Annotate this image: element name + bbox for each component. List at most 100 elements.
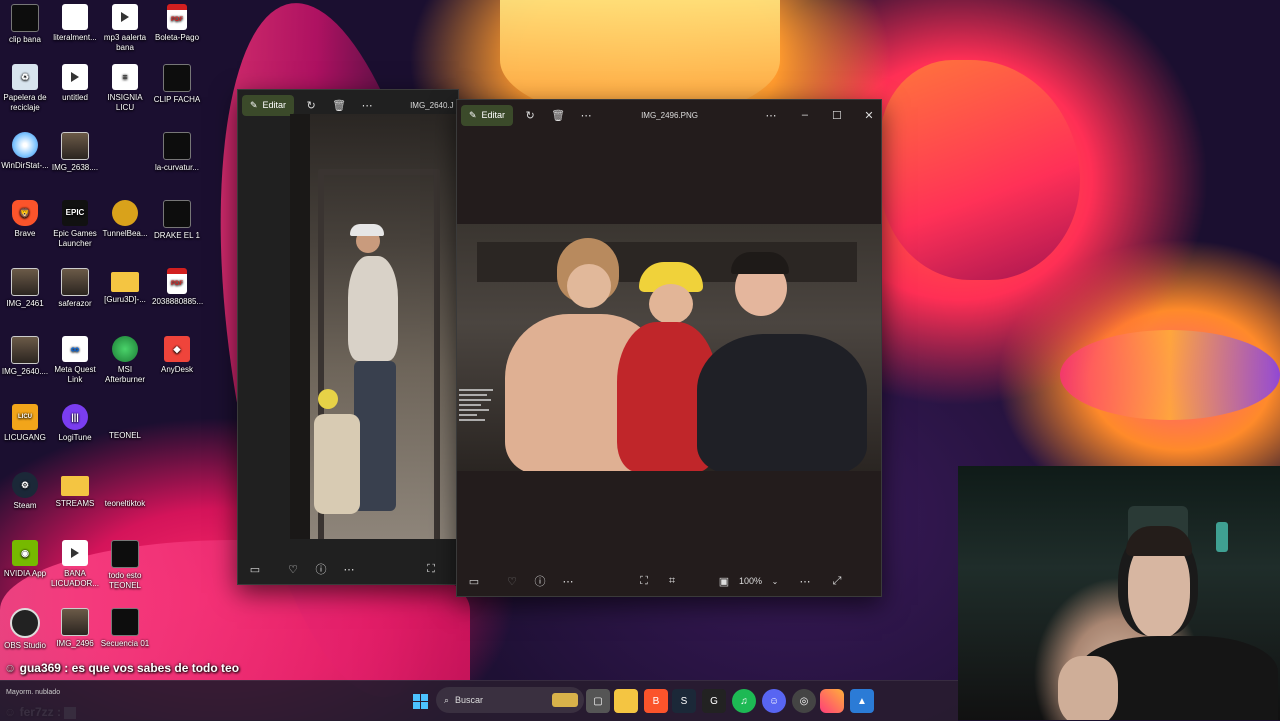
edit-button[interactable]: ✎ Editar (242, 94, 295, 116)
chat-user-icon: ☺ (4, 661, 17, 675)
fit-icon[interactable]: ⛶ (637, 574, 651, 588)
photo-icon (11, 336, 39, 364)
desktop-icon[interactable]: LICU LICUGANG (0, 404, 50, 443)
desktop-icon[interactable]: ∞ Meta Quest Link (50, 336, 100, 385)
meta-icon: ∞ (62, 336, 88, 362)
desktop-icon[interactable]: clip bana (0, 4, 50, 45)
media-file-icon (112, 4, 138, 30)
rotate-icon[interactable]: ↻ (523, 108, 537, 122)
desktop-icon[interactable]: IMG_2496 (50, 608, 100, 649)
chevron-down-icon[interactable]: ⌄ (768, 574, 782, 588)
desktop-icon[interactable]: mp3 aalerta bana (100, 4, 150, 53)
heart-icon[interactable]: ♡ (505, 574, 519, 588)
streamer-hair (1126, 526, 1192, 556)
desktop-icon[interactable]: la-curvatur... (152, 132, 202, 173)
actual-size-icon[interactable]: ▣ (717, 574, 731, 588)
person-face (649, 284, 693, 324)
photos-viewer-icon[interactable]: ▲ (850, 689, 874, 713)
zoom-level[interactable]: 100% (739, 576, 762, 586)
text-overlay (459, 386, 499, 466)
steam-icon[interactable]: S (672, 689, 696, 713)
minimize-icon[interactable]: – (798, 108, 812, 122)
g-hub-icon[interactable]: G (702, 689, 726, 713)
desktop-icon[interactable]: ◆ AnyDesk (152, 336, 202, 375)
desktop-icon[interactable]: ||| LogiTune (50, 404, 100, 443)
brave-icon[interactable]: B (644, 689, 668, 713)
desktop-icon[interactable]: 🦁 Brave (0, 200, 50, 239)
video-thumb-icon (163, 64, 191, 92)
desktop-icon[interactable]: PDF Boleta-Pago (152, 4, 202, 43)
file-explorer-icon[interactable] (614, 689, 638, 713)
desktop-icon[interactable]: DRAKE EL 1 (152, 200, 202, 241)
more-icon[interactable]: ⋯ (342, 562, 356, 576)
more-icon[interactable]: ⋯ (360, 98, 374, 112)
video-thumb-icon (11, 4, 39, 32)
photo-window-back[interactable]: ✎ Editar ↻ 🗑 ⋯ IMG_2640.J ▭ ♡ ⓘ ⋯ ⛶ (237, 89, 459, 585)
edit-button[interactable]: ✎ Editar (461, 104, 514, 126)
desktop-icon[interactable]: teoneltiktok (100, 472, 150, 509)
photo-window-front[interactable]: ✎ Editar ↻ 🗑 ⋯ IMG_2496.PNG ⋯ – ☐ ✕ ▭ ♡ … (456, 99, 882, 597)
desktop-icon[interactable]: ♻ Papelera de reciclaje (0, 64, 50, 113)
desktop-icon[interactable]: untitled (50, 64, 100, 103)
desktop-icon[interactable]: ◉ NVIDIA App (0, 540, 50, 579)
desktop-icon[interactable]: saferazor (50, 268, 100, 309)
info-icon[interactable]: ⓘ (314, 562, 328, 576)
anydesk-icon: ◆ (164, 336, 190, 362)
close-icon[interactable]: ✕ (862, 108, 876, 122)
desktop-icon[interactable]: MSI Afterburner (100, 336, 150, 385)
filmstrip-icon[interactable]: ▭ (248, 562, 262, 576)
desktop-icon[interactable]: TEONEL (100, 404, 150, 441)
fit-icon[interactable]: ⛶ (424, 562, 438, 576)
desktop-icon[interactable]: IMG_2638.... (50, 132, 100, 173)
photos-app-icon[interactable] (820, 689, 844, 713)
desktop-icon[interactable]: [Guru3D]-... (100, 268, 150, 305)
obs-icon[interactable]: ◎ (792, 689, 816, 713)
desktop-icon[interactable]: TunnelBea... (100, 200, 150, 239)
desktop-icon[interactable]: EPIC Epic Games Launcher (50, 200, 100, 249)
desktop-icon[interactable]: BANA LICUADOR... (50, 540, 100, 589)
maximize-icon[interactable]: ☐ (830, 108, 844, 122)
desktop-icon[interactable]: ≡ INSIGNIA LICU (100, 64, 150, 113)
file-icon (62, 4, 88, 30)
desktop-icon[interactable]: WinDirStat-... (0, 132, 50, 171)
more-icon[interactable]: ⋯ (579, 108, 593, 122)
search-input[interactable]: ⌕ Buscar (436, 687, 584, 713)
more-icon[interactable]: ⋯ (764, 108, 778, 122)
weather-widget[interactable]: Mayorm. nublado (6, 689, 60, 696)
photo-image (290, 114, 458, 539)
delete-icon[interactable]: 🗑 (332, 98, 346, 112)
discord-icon[interactable]: ☺ (762, 689, 786, 713)
desktop-icon[interactable]: CLIP FACHA (152, 64, 202, 105)
more-icon[interactable]: ⋯ (798, 574, 812, 588)
desktop-icon[interactable]: todo esto TEONEL (100, 540, 150, 591)
fullscreen-icon[interactable]: ⤢ (830, 574, 844, 588)
video-thumb-icon (111, 540, 139, 568)
spotify-icon[interactable]: ♫ (732, 689, 756, 713)
desktop-icon[interactable]: Secuencia 01 (100, 608, 150, 649)
cap (350, 224, 384, 236)
delete-icon[interactable]: 🗑 (551, 108, 565, 122)
filmstrip-icon[interactable]: ▭ (467, 574, 481, 588)
crop-icon[interactable]: ⌗ (665, 574, 679, 588)
toolbar: ✎ Editar ↻ 🗑 ⋯ IMG_2496.PNG ⋯ – ☐ ✕ (457, 100, 881, 130)
desktop-icon[interactable]: IMG_2640.... (0, 336, 50, 377)
desktop-icon[interactable]: OBS Studio (0, 608, 50, 651)
rotate-icon[interactable]: ↻ (304, 98, 318, 112)
image-icon (163, 132, 191, 160)
desktop-icon[interactable]: literalment... (50, 4, 100, 43)
info-icon[interactable]: ⓘ (533, 574, 547, 588)
edit-icon: ✎ (469, 109, 477, 120)
more-icon[interactable]: ⋯ (561, 574, 575, 588)
photo-icon (61, 132, 89, 160)
video-thumb-icon (111, 608, 139, 636)
heart-icon[interactable]: ♡ (286, 562, 300, 576)
desktop-icon[interactable]: ⚙ Steam (0, 472, 50, 511)
desktop-icon[interactable]: PDF 2038880885... (152, 268, 203, 307)
media-file-icon (62, 64, 88, 90)
task-view-icon[interactable]: ▢ (586, 689, 610, 713)
photo-icon (61, 608, 89, 636)
msi-icon (112, 336, 138, 362)
desktop-icon[interactable]: IMG_2461 (0, 268, 50, 309)
desktop-icon[interactable]: STREAMS (50, 472, 100, 509)
windows-start-icon[interactable] (408, 689, 432, 713)
